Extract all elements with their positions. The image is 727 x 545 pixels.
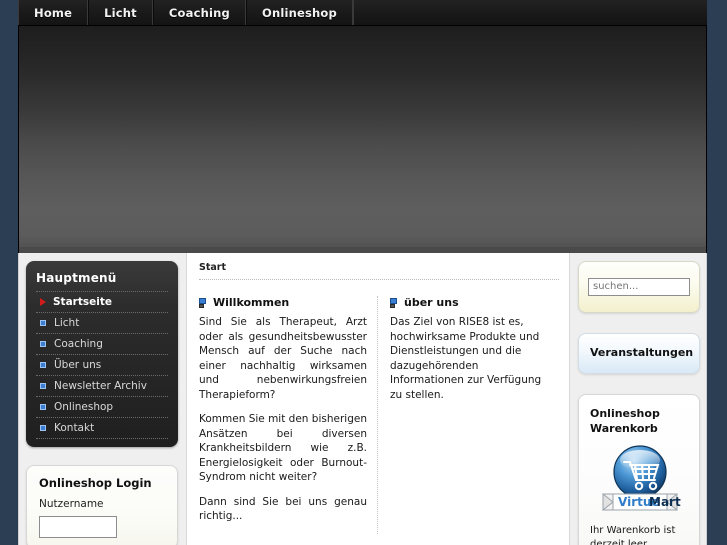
sidebar-item-label: Licht [54,317,80,329]
article-willkommen: Willkommen Sind Sie als Therapeut, Arzt … [199,296,377,534]
page-edge-right [707,0,727,545]
module-warenkorb: Onlineshop Warenkorb Virtue Mart Ihr War… [578,393,700,545]
nav-item-label: Licht [104,5,137,20]
sidebar-item-licht[interactable]: Licht [36,312,168,333]
sidebar-item-kontakt[interactable]: Kontakt [36,417,168,439]
sidebar-item-label: Über uns [54,359,102,371]
sidebar-left: Hauptmenü Startseite Licht Coaching Über… [26,261,178,545]
main-content: Start Willkommen Sind Sie als Therapeut,… [186,253,570,545]
sidebar-right: Veranstaltungen Onlineshop Warenkorb [578,261,700,545]
red-arrow-icon [40,298,46,306]
nav-item-label: Coaching [168,5,230,20]
sidebar-item-startseite[interactable]: Startseite [36,291,168,312]
virtuemart-logo-text-b: Mart [649,495,681,509]
article-paragraph: Dann sind Sie bei uns genau richtig... [199,495,367,523]
blue-square-icon [40,362,46,368]
blue-square-icon [40,320,46,326]
article-body: Das Ziel von RISE8 ist es, hochwirksame … [390,315,554,402]
nav-item-coaching[interactable]: Coaching [152,0,246,25]
main-menu-list: Startseite Licht Coaching Über uns Newsl… [36,291,168,439]
nav-filler [352,0,707,25]
search-input[interactable] [588,277,690,296]
article-bullet-icon [390,298,398,308]
sidebar-item-label: Onlineshop [54,401,114,413]
module-search [578,261,700,313]
virtuemart-cart-icon: Virtue Mart [602,444,681,511]
article-heading-text: Willkommen [213,296,290,309]
content-columns: Willkommen Sind Sie als Therapeut, Arzt … [199,296,559,534]
nav-item-home[interactable]: Home [18,0,89,25]
article-ueber-uns: über uns Das Ziel von RISE8 ist es, hoch… [378,296,554,534]
blue-square-icon [40,425,46,431]
username-input[interactable] [39,516,117,538]
nav-item-label: Home [34,5,73,20]
nav-item-onlineshop[interactable]: Onlineshop [245,0,353,25]
module-main-menu: Hauptmenü Startseite Licht Coaching Über… [26,261,178,447]
sidebar-item-newsletter-archiv[interactable]: Newsletter Archiv [36,375,168,396]
blue-square-icon [40,404,46,410]
article-paragraph: Kommen Sie mit den bisherigen Ansätzen b… [199,413,367,483]
sidebar-item-onlineshop[interactable]: Onlineshop [36,396,168,417]
article-heading: über uns [390,296,554,309]
module-onlineshop-login: Onlineshop Login Nutzername [26,465,178,545]
nav-item-label: Onlineshop [261,5,337,20]
username-label: Nutzername [39,498,104,510]
article-paragraph: Das Ziel von RISE8 ist es, hochwirksame … [390,316,542,401]
header-banner [18,26,707,253]
blue-square-icon [40,383,46,389]
module-veranstaltungen[interactable]: Veranstaltungen [578,332,700,374]
article-paragraph: Sind Sie als Therapeut, Arzt oder als ge… [199,316,367,401]
article-bullet-icon [199,298,207,308]
nav-item-licht[interactable]: Licht [88,0,153,25]
article-heading-text: über uns [404,296,459,309]
article-heading: Willkommen [199,296,367,309]
article-body: Sind Sie als Therapeut, Arzt oder als ge… [199,315,367,524]
page-edge-left [0,0,18,545]
breadcrumb: Start [199,262,559,280]
main-navigation: Home Licht Coaching Onlineshop [18,0,707,26]
sidebar-item-label: Kontakt [54,422,95,434]
blue-square-icon [40,341,46,347]
page-body: Hauptmenü Startseite Licht Coaching Über… [18,253,707,545]
cart-empty-text: Ihr Warenkorb ist derzeit leer. [590,524,676,545]
sidebar-item-coaching[interactable]: Coaching [36,333,168,354]
cart-title: Onlineshop Warenkorb [590,406,660,435]
sidebar-item-ueber-uns[interactable]: Über uns [36,354,168,375]
sidebar-item-label: Coaching [54,338,103,350]
virtuemart-logo: Virtue Mart [590,444,689,516]
sidebar-item-label: Newsletter Archiv [54,380,147,392]
main-menu-title: Hauptmenü [36,271,117,285]
events-title: Veranstaltungen [590,345,694,359]
login-title: Onlineshop Login [39,476,152,490]
page-root: Home Licht Coaching Onlineshop Hauptmenü… [0,0,727,545]
sidebar-item-label: Startseite [53,296,112,308]
